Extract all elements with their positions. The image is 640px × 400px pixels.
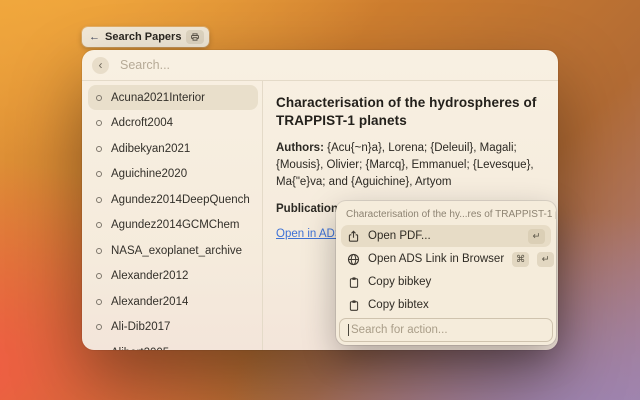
chevron-left-icon: ‹ xyxy=(99,59,103,71)
enter-key-badge: ↵ xyxy=(537,252,554,267)
action-search-placeholder: Search for action... xyxy=(351,324,448,336)
clipboard-icon xyxy=(347,299,360,312)
share-icon xyxy=(347,230,360,243)
list-item[interactable]: Acuna2021Interior xyxy=(88,85,258,110)
bullet-icon xyxy=(96,248,102,254)
action-panel-title: Characterisation of the hy...res of TRAP… xyxy=(336,201,556,225)
bullet-icon xyxy=(96,171,102,177)
clipboard-icon xyxy=(347,276,360,289)
bullet-icon xyxy=(96,222,102,228)
authors-label: Authors: xyxy=(276,142,324,154)
search-input[interactable]: Search... xyxy=(120,58,170,72)
paper-authors: Authors: {Acu{~n}a}, Lorena; {Deleuil}, … xyxy=(276,140,544,192)
bullet-icon xyxy=(96,197,102,203)
text-cursor xyxy=(348,324,349,336)
bullet-icon xyxy=(96,350,102,351)
action-open-ads-link[interactable]: Open ADS Link in Browser ⌘ ↵ xyxy=(341,248,551,270)
list-item[interactable]: Adcroft2004 xyxy=(88,111,258,136)
command-tag-search-papers[interactable]: ← Search Papers xyxy=(82,27,209,47)
list-item[interactable]: Alexander2012 xyxy=(88,264,258,289)
open-in-ads-link[interactable]: Open in ADS xyxy=(276,228,342,240)
bullet-icon xyxy=(96,299,102,305)
action-copy-bibtex[interactable]: Copy bibtex xyxy=(341,294,551,316)
command-tag-label: Search Papers xyxy=(105,31,181,43)
list-item[interactable]: Alibert2005 xyxy=(88,340,258,350)
printer-icon xyxy=(186,30,204,44)
back-button[interactable]: ‹ xyxy=(92,57,109,74)
action-search-input[interactable]: Search for action... xyxy=(339,318,553,342)
globe-icon xyxy=(347,253,360,266)
list-item[interactable]: Ali-Dib2017 xyxy=(88,315,258,340)
list-item[interactable]: Adibekyan2021 xyxy=(88,136,258,161)
bullet-icon xyxy=(96,95,102,101)
list-item[interactable]: NASA_exoplanet_archive xyxy=(88,238,258,263)
action-open-pdf[interactable]: Open PDF... ↵ xyxy=(341,225,551,247)
list-item[interactable]: Aguichine2020 xyxy=(88,162,258,187)
bullet-icon xyxy=(96,273,102,279)
action-copy-bibkey[interactable]: Copy bibkey xyxy=(341,271,551,293)
list-item[interactable]: Agundez2014DeepQuench xyxy=(88,187,258,212)
list-item[interactable]: Alexander2014 xyxy=(88,289,258,314)
panel-divider xyxy=(262,81,263,350)
cmd-key-badge: ⌘ xyxy=(512,252,529,267)
action-panel: Characterisation of the hy...res of TRAP… xyxy=(336,201,556,345)
paper-list: Acuna2021Interior Adcroft2004 Adibekyan2… xyxy=(88,85,258,350)
enter-key-badge: ↵ xyxy=(528,229,545,244)
bullet-icon xyxy=(96,146,102,152)
bullet-icon xyxy=(96,120,102,126)
paper-title: Characterisation of the hydrospheres of … xyxy=(276,94,544,130)
search-bar: ‹ Search... xyxy=(82,50,558,80)
list-item[interactable]: Agundez2014GCMChem xyxy=(88,213,258,238)
back-arrow-icon[interactable]: ← xyxy=(89,32,100,43)
bullet-icon xyxy=(96,324,102,330)
